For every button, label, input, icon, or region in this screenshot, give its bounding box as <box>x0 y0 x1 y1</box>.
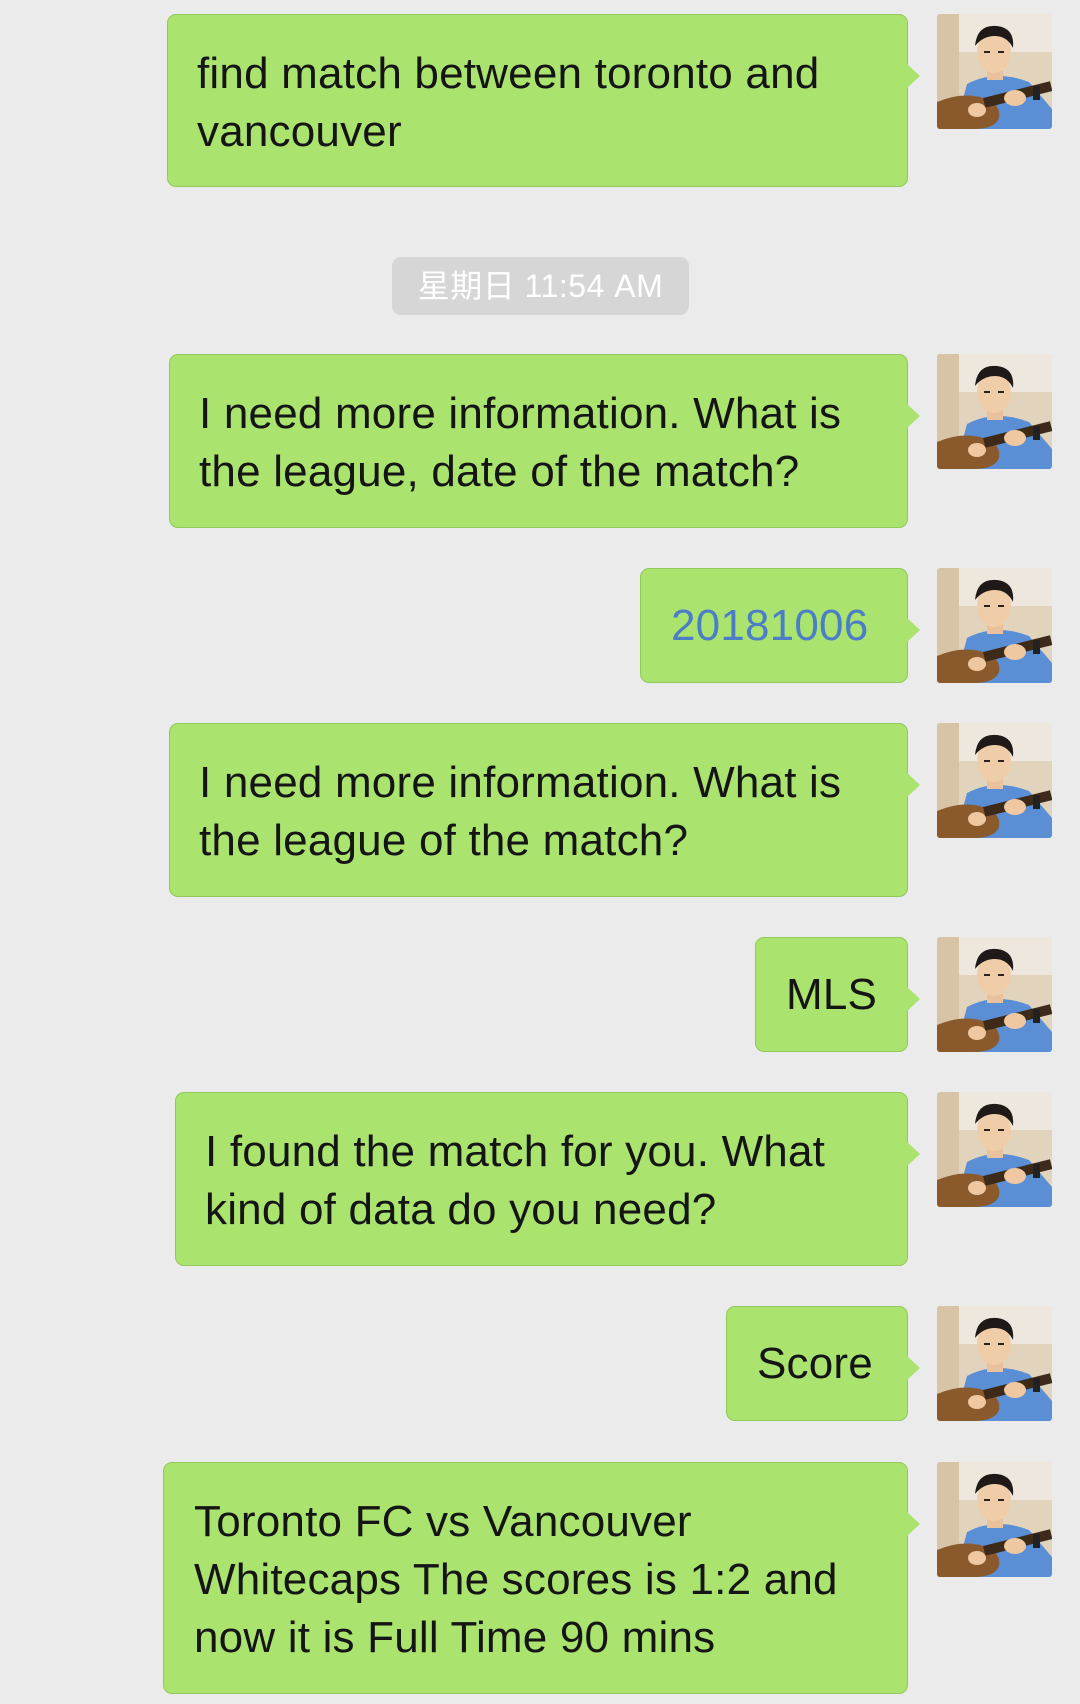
avatar[interactable] <box>937 1306 1052 1421</box>
user-avatar-icon <box>937 1306 1052 1421</box>
user-avatar-icon <box>937 937 1052 1052</box>
message-bubble[interactable]: Score <box>726 1306 920 1421</box>
user-avatar-icon <box>937 723 1052 838</box>
message-text: find match between toronto and vancouver <box>197 49 820 156</box>
message-bubble[interactable]: I need more information. What is the lea… <box>169 723 920 897</box>
avatar[interactable] <box>937 568 1052 683</box>
message-bubble[interactable]: I need more information. What is the lea… <box>169 354 920 528</box>
user-avatar-icon <box>937 568 1052 683</box>
avatar[interactable] <box>937 14 1052 129</box>
timestamp-badge: 星期日 11:54 AM <box>392 257 689 315</box>
message-text: I need more information. What is the lea… <box>199 389 842 496</box>
user-avatar-icon <box>937 354 1052 469</box>
avatar[interactable] <box>937 354 1052 469</box>
avatar[interactable] <box>937 1092 1052 1207</box>
message-bubble[interactable]: MLS <box>755 937 920 1052</box>
message-bubble[interactable]: find match between toronto and vancouver <box>167 14 920 187</box>
avatar[interactable] <box>937 1462 1052 1577</box>
avatar[interactable] <box>937 723 1052 838</box>
message-bubble[interactable]: I found the match for you. What kind of … <box>175 1092 920 1266</box>
message-text: I need more information. What is the lea… <box>199 758 842 865</box>
message-text: Toronto FC vs Vancouver Whitecaps The sc… <box>194 1497 838 1662</box>
date-link[interactable]: 20181006 <box>671 597 877 655</box>
message-bubble[interactable]: Toronto FC vs Vancouver Whitecaps The sc… <box>163 1462 920 1694</box>
message-text: Score <box>757 1339 873 1388</box>
message-text: I found the match for you. What kind of … <box>205 1127 826 1234</box>
avatar[interactable] <box>937 937 1052 1052</box>
user-avatar-icon <box>937 1462 1052 1577</box>
message-text: MLS <box>786 970 878 1019</box>
user-avatar-icon <box>937 1092 1052 1207</box>
chat-thread: find match between toronto and vancouver… <box>0 0 1080 1704</box>
user-avatar-icon <box>937 14 1052 129</box>
message-bubble[interactable]: 20181006 <box>640 568 920 683</box>
